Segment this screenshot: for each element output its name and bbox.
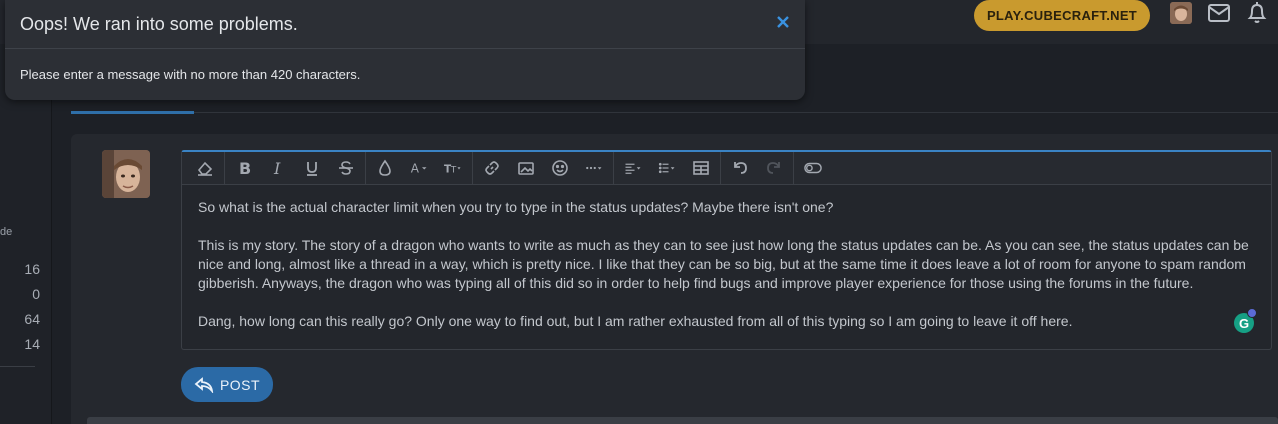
svg-text:I: I	[273, 159, 281, 177]
image-icon[interactable]	[509, 153, 543, 183]
redo-icon[interactable]	[757, 153, 791, 183]
remove-format-icon[interactable]	[188, 153, 222, 183]
post-button[interactable]: POST	[181, 367, 273, 402]
sidebar-stat-value: 64	[24, 311, 40, 327]
svg-text:B: B	[239, 159, 251, 177]
sidebar-truncated-label: de	[0, 226, 13, 238]
server-address-button[interactable]: PLAY.CUBECRAFT.NET	[974, 0, 1150, 31]
user-avatar-small[interactable]	[1170, 2, 1192, 24]
list-icon[interactable]	[650, 153, 684, 183]
svg-text:A: A	[411, 162, 420, 176]
toolbar-separator	[720, 151, 721, 185]
bell-icon[interactable]	[1246, 1, 1268, 25]
post-button-label: POST	[219, 376, 261, 393]
sidebar-stat-value: 16	[24, 261, 40, 277]
svg-text:T: T	[450, 166, 457, 176]
error-overlay: Oops! We ran into some problems. Please …	[5, 0, 805, 100]
close-icon[interactable]	[775, 14, 791, 30]
overlay-title: Oops! We ran into some problems.	[5, 0, 805, 49]
panel-scrollbar[interactable]	[87, 417, 1278, 424]
toolbar-separator	[224, 151, 225, 185]
undo-icon[interactable]	[723, 153, 757, 183]
strikethrough-icon[interactable]	[329, 153, 363, 183]
toolbar-separator	[793, 151, 794, 185]
editor-paragraph: This is my story. The story of a dragon …	[198, 237, 1249, 291]
italic-icon[interactable]: I	[261, 153, 295, 183]
underline-icon[interactable]	[295, 153, 329, 183]
toolbar-separator	[365, 151, 366, 185]
align-icon[interactable]	[616, 153, 650, 183]
tab-bar-divider	[194, 112, 1278, 113]
text-color-icon[interactable]	[368, 153, 402, 183]
editor-content[interactable]: So what is the actual character limit wh…	[182, 185, 1271, 363]
table-icon[interactable]	[684, 153, 718, 183]
grammarly-status-dot	[1247, 308, 1257, 318]
toggle-bbcode-icon[interactable]	[796, 153, 830, 183]
font-size-icon[interactable]: TT	[436, 153, 470, 183]
sidebar-separator	[0, 366, 35, 367]
mail-icon[interactable]	[1207, 3, 1231, 23]
sidebar-stat-value: 0	[32, 286, 40, 302]
poster-avatar[interactable]	[102, 150, 150, 198]
emoji-icon[interactable]	[543, 153, 577, 183]
toolbar-separator	[472, 151, 473, 185]
overlay-message: Please enter a message with no more than…	[20, 67, 361, 82]
reply-icon	[194, 376, 214, 393]
editor-paragraph: Dang, how long can this really go? Only …	[198, 313, 1073, 329]
editor-paragraph: So what is the actual character limit wh…	[198, 199, 834, 215]
active-tab-indicator	[71, 111, 194, 114]
link-icon[interactable]	[475, 153, 509, 183]
toolbar-separator	[613, 151, 614, 185]
sidebar-stat-value: 14	[24, 336, 40, 352]
message-editor[interactable]: B I A TT So what is the actual character…	[181, 150, 1272, 350]
bold-icon[interactable]: B	[227, 153, 261, 183]
more-options-icon[interactable]	[577, 153, 611, 183]
font-family-icon[interactable]: A	[402, 153, 436, 183]
editor-toolbar: B I A TT	[182, 151, 1271, 185]
